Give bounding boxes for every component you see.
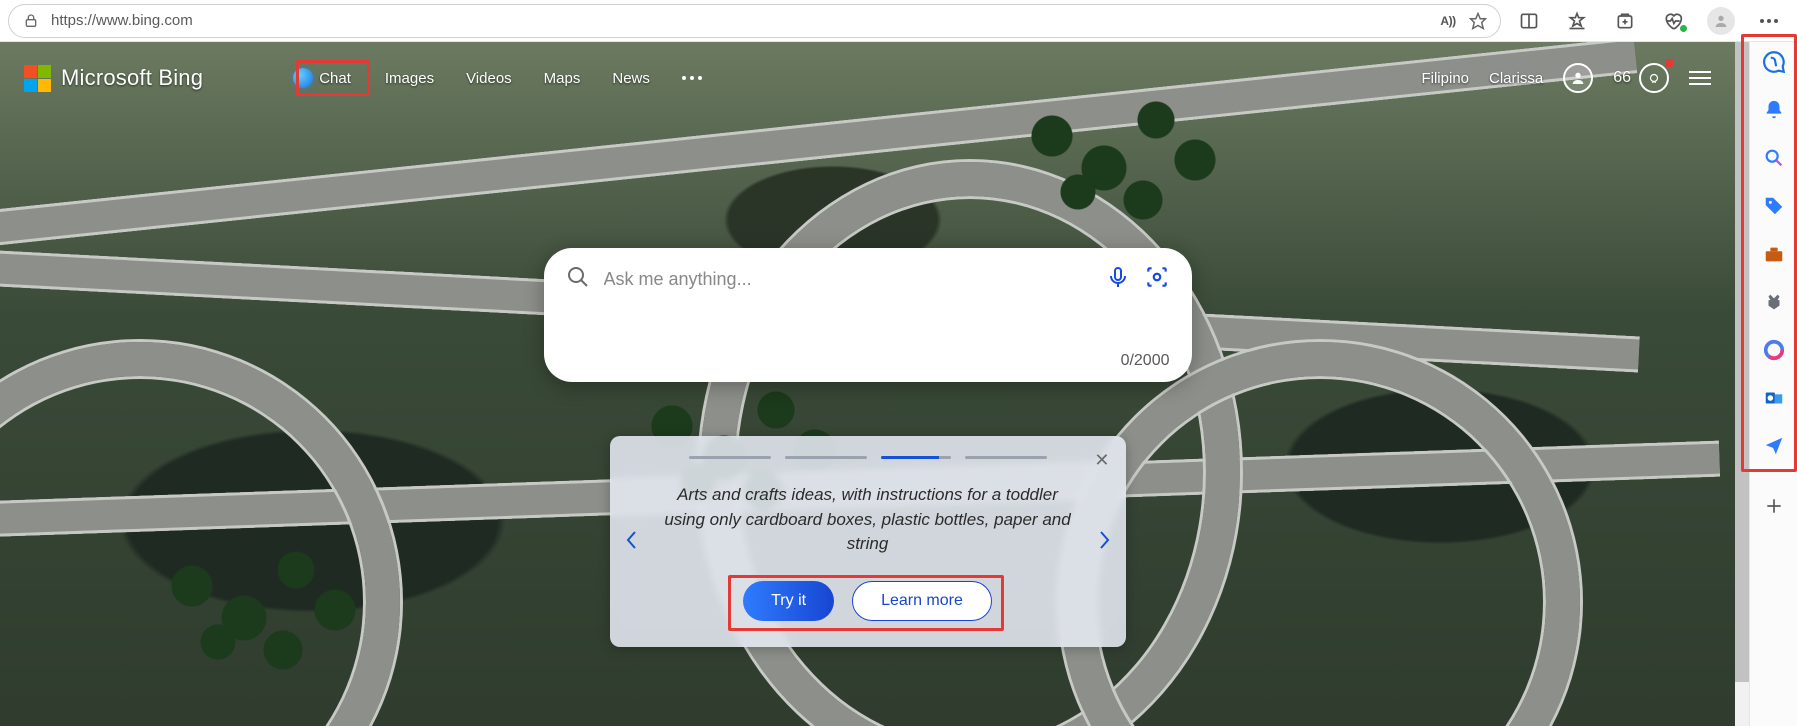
carousel-dot-active[interactable] (881, 456, 951, 459)
bing-logo[interactable]: Microsoft Bing (24, 65, 203, 92)
carousel-dot[interactable] (689, 456, 771, 459)
carousel-dot[interactable] (785, 456, 867, 459)
rewards-medal-icon (1639, 63, 1669, 93)
sidebar-games-icon[interactable] (1758, 286, 1790, 318)
language-link[interactable]: Filipino (1421, 70, 1469, 87)
bing-page: Microsoft Bing Chat Images Videos Maps N… (0, 42, 1735, 726)
chat-bubble-icon (293, 68, 313, 88)
nav-chat-label: Chat (319, 70, 351, 87)
rewards-notification-dot (1665, 59, 1673, 67)
sidebar-shopping-tag-icon[interactable] (1758, 190, 1790, 222)
sidebar-m365-icon[interactable] (1758, 334, 1790, 366)
collections-icon[interactable] (1605, 4, 1645, 38)
account-name[interactable]: Clarissa (1489, 70, 1543, 87)
voice-search-icon[interactable] (1106, 265, 1130, 294)
sidebar-add-icon[interactable] (1758, 490, 1790, 522)
sidebar-search-icon[interactable] (1758, 142, 1790, 174)
sidebar-bell-icon[interactable] (1758, 94, 1790, 126)
bing-header: Microsoft Bing Chat Images Videos Maps N… (0, 54, 1735, 102)
main-nav: Chat Images Videos Maps News (293, 65, 702, 91)
address-bar[interactable]: A)) (8, 4, 1501, 38)
suggestion-carousel: ✕ Arts and crafts ideas, with instructio… (610, 436, 1126, 647)
image-search-icon[interactable] (1144, 264, 1170, 295)
search-input[interactable] (604, 269, 1092, 290)
try-it-button[interactable]: Try it (743, 581, 834, 621)
favorites-list-icon[interactable] (1557, 4, 1597, 38)
nav-videos[interactable]: Videos (466, 70, 512, 87)
settings-more-icon[interactable] (1749, 4, 1789, 38)
carousel-message: Arts and crafts ideas, with instructions… (636, 483, 1100, 557)
site-info-lock-icon[interactable] (21, 11, 41, 31)
ellipsis-icon (682, 76, 702, 80)
carousel-next-icon[interactable] (1098, 528, 1112, 559)
account-avatar[interactable] (1563, 63, 1593, 93)
rewards-link[interactable]: 66 (1613, 63, 1669, 93)
carousel-progress (636, 456, 1100, 459)
scrollbar-thumb[interactable] (1735, 42, 1749, 682)
nav-maps[interactable]: Maps (544, 70, 581, 87)
search-box: 0/2000 (544, 248, 1192, 382)
carousel-dot[interactable] (965, 456, 1047, 459)
edge-sidebar (1749, 42, 1797, 726)
microsoft-logo-icon (24, 65, 51, 92)
profile-button[interactable] (1701, 4, 1741, 38)
brand-text: Microsoft Bing (61, 65, 203, 91)
hamburger-menu-icon[interactable] (1689, 71, 1711, 85)
carousel-prev-icon[interactable] (624, 528, 638, 559)
browser-essentials-heart-icon[interactable] (1653, 4, 1693, 38)
sidebar-send-icon[interactable] (1758, 430, 1790, 462)
page-scrollbar[interactable] (1735, 42, 1749, 726)
sidebar-bing-chat-icon[interactable] (1758, 46, 1790, 78)
sidebar-tools-icon[interactable] (1758, 238, 1790, 270)
sidebar-outlook-icon[interactable] (1758, 382, 1790, 414)
browser-toolbar: A)) (0, 0, 1797, 42)
nav-chat[interactable]: Chat (293, 65, 353, 91)
char-counter: 0/2000 (566, 352, 1170, 370)
url-input[interactable] (51, 12, 1428, 29)
profile-avatar-icon (1707, 7, 1735, 35)
nav-news[interactable]: News (612, 70, 650, 87)
nav-images[interactable]: Images (385, 70, 434, 87)
search-icon (566, 265, 590, 294)
carousel-close-icon[interactable]: ✕ (1094, 450, 1109, 471)
favorite-star-icon[interactable] (1468, 11, 1488, 31)
learn-more-button[interactable]: Learn more (852, 581, 992, 621)
nav-more[interactable] (682, 76, 702, 80)
read-aloud-icon[interactable]: A)) (1438, 11, 1458, 31)
rewards-points: 66 (1613, 69, 1631, 87)
split-screen-icon[interactable] (1509, 4, 1549, 38)
